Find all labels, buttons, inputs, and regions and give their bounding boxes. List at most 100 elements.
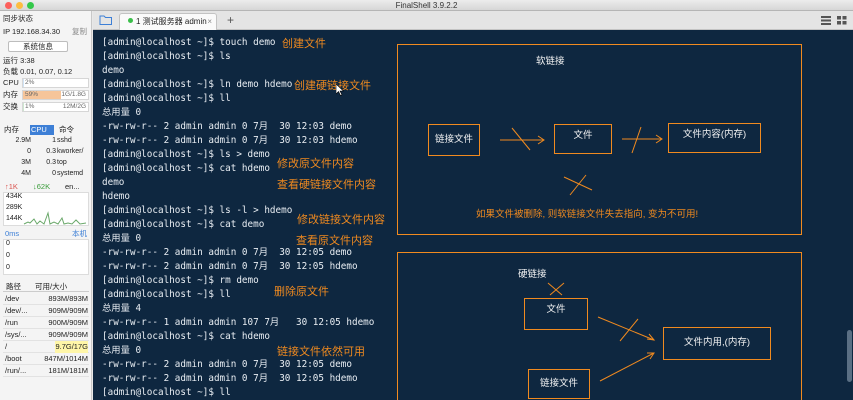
- cpu-meter-fill: [23, 79, 24, 87]
- system-info-button[interactable]: 系统信息: [8, 41, 68, 52]
- swap-value: 12M/2G: [62, 103, 86, 110]
- mem-meter: 59% 1G/1.8G: [22, 90, 89, 100]
- latency-value: 0ms: [5, 229, 20, 238]
- latency-scale-high: 0: [6, 240, 10, 247]
- latency-graph: 0 0 0: [3, 239, 89, 275]
- terminal-line: 总用量 0: [102, 107, 142, 118]
- tab-close-icon[interactable]: ×: [207, 14, 212, 30]
- sidebar: 同步状态 IP 192.168.34.30 复制 系统信息 运行 3:38 负载…: [0, 11, 92, 400]
- disk-usage: 893M/893M: [48, 294, 88, 303]
- ip-address: IP 192.168.34.30 复制: [3, 26, 89, 37]
- net-up: ↑1K: [5, 182, 18, 191]
- terminal-line: [admin@localhost ~]$ ls > demo: [102, 149, 270, 160]
- connected-status-icon: [128, 18, 133, 23]
- disk-row: /dev/... 909M/909M: [3, 305, 89, 317]
- softlink-diagram: 软链接 链接文件 文件 文件内容(内存) 如果文件被删除, 则软链接文件失去指向…: [397, 44, 802, 235]
- mem-value: 1G/1.8G: [61, 91, 86, 98]
- annotation: 查看原文件内容: [296, 234, 373, 247]
- process-table-header: 内存 CPU 命令: [3, 125, 89, 135]
- annotation: 修改链接文件内容: [297, 213, 385, 226]
- proc-cmd: top: [57, 159, 67, 166]
- swap-meter-fill: [23, 103, 24, 111]
- sync-status: 同步状态: [3, 14, 33, 23]
- disk-path: /run/...: [5, 366, 27, 375]
- network-traffic-chart: [23, 211, 87, 225]
- disk-path: /: [5, 342, 8, 351]
- tab-label: 1 测试服务器 admin: [136, 17, 207, 26]
- annotation: 查看硬链接文件内容: [277, 178, 376, 191]
- disk-col-usage: 可用/大小: [35, 282, 68, 291]
- terminal[interactable]: [admin@localhost ~]$ touch demo [admin@l…: [93, 30, 853, 400]
- process-row[interactable]: 3M 0.3 top: [3, 158, 89, 168]
- terminal-line: -rw-rw-r-- 2 admin admin 0 7月 30 12:05 d…: [102, 247, 352, 258]
- softlink-caption: 如果文件被删除, 则软链接文件失去指向, 变为不可用!: [476, 209, 699, 220]
- disk-usage: 181M/181M: [48, 366, 88, 375]
- disk-usage: 909M/909M: [48, 306, 88, 315]
- terminal-line: -rw-rw-r-- 1 admin admin 107 7月 30 12:05…: [102, 317, 375, 328]
- terminal-line: -rw-rw-r-- 2 admin admin 0 7月 30 12:05 h…: [102, 261, 358, 272]
- proc-cpu: 1: [52, 137, 56, 144]
- disk-path: /dev/...: [5, 306, 28, 315]
- disk-usage: 900M/909M: [48, 318, 88, 327]
- new-tab-icon[interactable]: +: [227, 13, 234, 27]
- uptime: 运行 3:38: [3, 56, 35, 65]
- annotation: 修改原文件内容: [277, 157, 354, 170]
- terminal-scrollbar[interactable]: [847, 330, 852, 382]
- terminal-line: -rw-rw-r-- 2 admin admin 0 7月 30 12:05 h…: [102, 373, 358, 384]
- terminal-line: -rw-rw-r-- 2 admin admin 0 7月 30 12:03 h…: [102, 135, 358, 146]
- terminal-line: -rw-rw-r-- 2 admin admin 0 7月 30 12:05 d…: [102, 359, 352, 370]
- disk-row: /sys/... 909M/909M: [3, 329, 89, 341]
- terminal-line: [admin@localhost ~]$ rm demo: [102, 275, 259, 286]
- latency-header: 0ms 本机: [3, 229, 89, 239]
- folder-icon[interactable]: [99, 14, 113, 26]
- disk-row: /run 900M/909M: [3, 317, 89, 329]
- net-down: ↓62K: [33, 182, 51, 191]
- terminal-line: [admin@localhost ~]$ ll: [102, 93, 231, 104]
- terminal-line: 总用量 0: [102, 345, 142, 356]
- copy-ip-button[interactable]: 复制: [72, 26, 87, 37]
- disk-row: / 9.7G/17G: [3, 341, 89, 353]
- disk-usage: 847M/1014M: [44, 354, 88, 363]
- tab-session[interactable]: 1 测试服务器 admin ×: [119, 13, 217, 30]
- net-interface-select[interactable]: en...: [65, 182, 80, 192]
- annotation: 链接文件依然可用: [277, 345, 365, 358]
- terminal-line: 总用量 4: [102, 303, 142, 314]
- hardlink-diagram: 硬链接 文件 文件内用,(内存) 链接文件: [397, 252, 802, 400]
- proc-col-cmd[interactable]: 命令: [58, 125, 88, 135]
- proc-col-cpu[interactable]: CPU: [30, 125, 54, 135]
- list-view-icon[interactable]: [821, 16, 831, 25]
- swap-label: 交换: [3, 102, 18, 111]
- terminal-line: [admin@localhost ~]$ cat hdemo: [102, 163, 270, 174]
- hardlink-arrows: [547, 282, 656, 382]
- proc-col-mem[interactable]: 内存: [3, 125, 29, 135]
- proc-cmd: sshd: [57, 137, 72, 144]
- disk-row: /dev 893M/893M: [3, 293, 89, 305]
- annotation: 创建文件: [282, 37, 326, 50]
- grid-view-icon[interactable]: [837, 16, 847, 25]
- mem-label: 内存: [3, 90, 18, 99]
- proc-mem: 0: [27, 148, 31, 155]
- disk-col-path: 路径: [6, 282, 21, 291]
- tab-bar: 1 测试服务器 admin × +: [93, 11, 853, 30]
- terminal-line: [admin@localhost ~]$ touch demo: [102, 37, 276, 48]
- process-row[interactable]: 4M 0 systemd: [3, 169, 89, 179]
- load-average: 负载 0.01, 0.07, 0.12: [3, 67, 73, 76]
- disk-row: /run/... 181M/181M: [3, 365, 89, 377]
- network-graph: 434K 289K 144K: [3, 192, 89, 226]
- terminal-line: -rw-rw-r-- 2 admin admin 0 7月 30 12:03 d…: [102, 121, 352, 132]
- window-title: FinalShell 3.9.2.2: [395, 1, 458, 10]
- terminal-line: hdemo: [102, 191, 130, 202]
- cpu-label: CPU: [3, 78, 19, 87]
- latency-scale-mid: 0: [6, 252, 10, 259]
- proc-mem: 4M: [21, 170, 31, 177]
- proc-mem: 2.9M: [15, 137, 31, 144]
- latency-scale-low: 0: [6, 264, 10, 271]
- ip-label: IP 192.168.34.30: [3, 27, 60, 36]
- process-row[interactable]: 2.9M 1 sshd: [3, 136, 89, 146]
- disk-path: /sys/...: [5, 330, 27, 339]
- disk-path: /run: [5, 318, 18, 327]
- title-bar: FinalShell 3.9.2.2: [0, 0, 853, 11]
- process-row[interactable]: 0 0.3 kworker/: [3, 147, 89, 157]
- proc-cpu: 0: [52, 170, 56, 177]
- latency-host-select[interactable]: 本机: [72, 229, 87, 239]
